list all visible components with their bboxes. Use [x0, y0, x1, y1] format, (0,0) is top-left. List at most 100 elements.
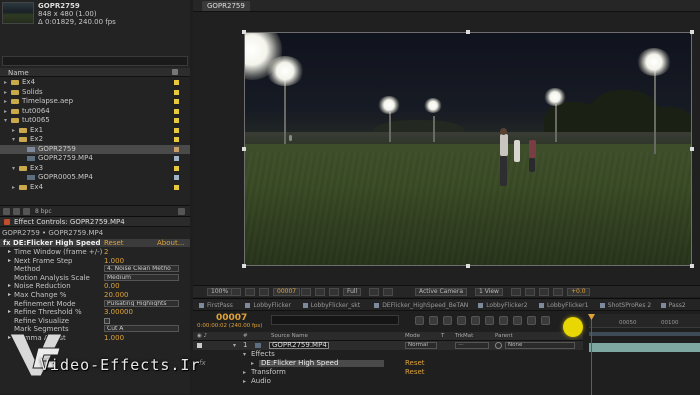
project-item-folder[interactable]: ▸ Solids [0, 88, 190, 97]
project-item-footage[interactable]: GOPR2759.MP4 [0, 154, 190, 163]
col-t[interactable]: T [441, 333, 444, 339]
color-icon[interactable] [329, 288, 339, 296]
timeline-tab[interactable]: LobbyFlicker2 [478, 301, 528, 310]
effect-param-row[interactable]: Motion Analysis Scale Medium [0, 273, 190, 282]
layer-handle-right[interactable] [690, 147, 694, 151]
live-update-icon[interactable] [527, 316, 536, 325]
label-color-swatch[interactable] [174, 146, 179, 152]
effect-param-row[interactable]: ▸ Time Window (frame +/-) 2 [0, 248, 190, 256]
project-item-folder[interactable]: ▸ Ex1 [0, 126, 190, 135]
project-item-footage[interactable]: GOPR0005.MP4 [0, 173, 190, 182]
twirl-down-icon[interactable]: ▾ [233, 341, 236, 350]
footage-frame[interactable] [244, 32, 692, 266]
label-color-swatch[interactable] [174, 80, 179, 85]
new-composition-icon[interactable] [23, 208, 30, 215]
label-color-swatch[interactable] [174, 118, 179, 123]
project-item-folder[interactable]: ▾ Ex2 [0, 135, 190, 144]
layer-name[interactable]: GOPR2759.MP4 [269, 342, 329, 349]
draft-3d-icon[interactable] [429, 316, 438, 325]
twirl-right-icon[interactable]: ▸ [8, 308, 11, 316]
col-trkmat[interactable]: TrkMat [455, 333, 473, 339]
region-icon[interactable] [231, 288, 241, 296]
comp-mini-flowchart-icon[interactable] [415, 316, 424, 325]
timeline-tab[interactable]: DEFlicker_HighSpeed_BeTAN [374, 301, 468, 310]
project-item-folder[interactable]: ▸ Ex4 [0, 78, 190, 87]
project-item-folder[interactable]: ▸ Timelapse.aep [0, 97, 190, 106]
timeline-tab[interactable]: Pass2 [660, 301, 686, 310]
layer-handle-tl[interactable] [242, 30, 246, 34]
resolution-select[interactable]: Full [343, 288, 362, 296]
bit-depth-label[interactable]: 8 bpc [35, 208, 52, 215]
twirl-right-icon[interactable]: ▸ [243, 377, 246, 386]
effect-param-row[interactable]: ▸ Max Change % 20.000 [0, 291, 190, 299]
twirl-right-icon[interactable]: ▸ [4, 78, 7, 87]
label-color-swatch[interactable] [174, 89, 179, 95]
interpret-footage-icon[interactable] [3, 208, 10, 215]
twirl-right-icon[interactable]: ▸ [8, 282, 11, 290]
effect-param-row[interactable]: Method 4. Noise Clean Metho [0, 265, 190, 273]
frame-blending-icon[interactable] [457, 316, 466, 325]
label-color-swatch[interactable] [174, 175, 179, 180]
guide-icon[interactable] [541, 316, 550, 325]
effect-param-select[interactable]: Pulsating Highlights [104, 299, 179, 307]
twirl-down-icon[interactable]: ▾ [12, 135, 15, 144]
camera-select[interactable]: Active Camera [415, 288, 468, 296]
twirl-down-icon[interactable]: ▾ [4, 116, 7, 125]
layer-handle-br[interactable] [690, 264, 694, 268]
project-item-folder[interactable]: ▾ Ex3 [0, 164, 190, 173]
effects-group-row[interactable]: ▾ Effects [193, 350, 583, 359]
auto-keyframe-icon[interactable] [499, 316, 508, 325]
effect-param-value[interactable]: 1.000 [104, 257, 124, 265]
panel-lock-icon[interactable] [4, 219, 10, 225]
blend-mode-select[interactable]: Normal [405, 342, 437, 349]
snapshot-icon[interactable] [259, 288, 269, 296]
effect-param-row[interactable]: Refine Visualize [0, 317, 190, 325]
effect-row-reset[interactable]: Reset [405, 359, 425, 368]
label-color-swatch[interactable] [174, 108, 179, 114]
label-column-icon[interactable] [172, 69, 178, 75]
audio-row[interactable]: ▸ Audio [193, 377, 583, 386]
label-color-swatch[interactable] [174, 156, 179, 161]
twirl-right-icon[interactable]: ▸ [8, 291, 11, 299]
graph-editor-icon[interactable] [513, 316, 522, 325]
effect-param-row[interactable]: ▸ Refine Threshold % 3.00000 [0, 308, 190, 316]
twirl-right-icon[interactable]: ▸ [243, 368, 246, 377]
timeline-tab[interactable]: FirstPass [199, 301, 233, 310]
exposure-value[interactable]: +0.0 [567, 288, 590, 296]
twirl-right-icon[interactable]: ▸ [4, 97, 7, 106]
grid-icon[interactable] [245, 288, 255, 296]
current-time-display[interactable]: 00007 [216, 313, 247, 323]
label-color-swatch[interactable] [174, 99, 179, 104]
fx-switch-icon[interactable]: fx [3, 239, 11, 247]
timeline-icon[interactable] [539, 288, 549, 296]
timeline-tab[interactable]: LobbyFlicker [245, 301, 291, 310]
viewer-timecode[interactable]: 00007 [273, 288, 301, 296]
timeline-tab[interactable]: LobbyFlicker_skt [302, 301, 360, 310]
effect-param-row[interactable]: ▸ Noise Reduction 0.00 [0, 282, 190, 290]
project-item-folder[interactable]: ▾ tut0065 [0, 116, 190, 125]
effect-reset-link[interactable]: Reset [104, 239, 124, 247]
layer-handle-left[interactable] [242, 147, 246, 151]
twirl-down-icon[interactable]: ▾ [243, 350, 246, 359]
motion-blur-icon[interactable] [471, 316, 480, 325]
effect-row-name[interactable]: DE:Flicker High Speed [259, 360, 384, 367]
show-channel-icon[interactable] [315, 288, 325, 296]
layer-row[interactable]: ▾ 1 GOPR2759.MP4 Normal — None [193, 341, 583, 350]
layer-handle-bottom[interactable] [466, 264, 470, 268]
effect-param-checkbox[interactable] [104, 317, 110, 324]
layer-duration-bar[interactable] [589, 343, 700, 352]
brainstorm-icon[interactable] [485, 316, 494, 325]
col-source-name[interactable]: Source Name [271, 333, 308, 339]
effect-param-row[interactable]: ▸ Next Frame Step 1.000 [0, 257, 190, 265]
shy-layers-icon[interactable] [443, 316, 452, 325]
layer-handle-tr[interactable] [690, 30, 694, 34]
label-color-swatch[interactable] [174, 165, 179, 171]
twirl-right-icon[interactable]: ▸ [12, 126, 15, 135]
project-item-folder[interactable]: ▸ tut0064 [0, 107, 190, 116]
time-ruler[interactable]: 00050 00100 [589, 314, 700, 328]
twirl-right-icon[interactable]: ▸ [8, 257, 11, 265]
playhead-line[interactable] [591, 314, 592, 395]
effect-controls-tab[interactable]: Effect Controls: GOPR2759.MP4 [0, 217, 190, 227]
label-color-swatch[interactable] [174, 184, 179, 190]
twirl-right-icon[interactable]: ▸ [12, 183, 15, 192]
